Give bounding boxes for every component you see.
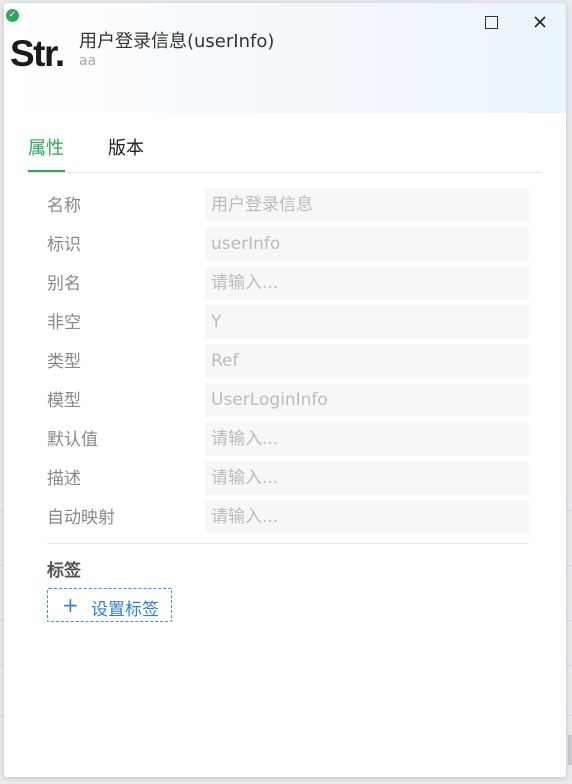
- field-label: 描述: [47, 469, 81, 489]
- set-tags-label: 设置标签: [91, 600, 159, 620]
- form-row: 自动映射 请输入...: [47, 500, 529, 539]
- form-row: 描述 请输入...: [47, 461, 529, 500]
- field-label: 别名: [47, 274, 81, 294]
- auto-mapping-field[interactable]: 请输入...: [205, 500, 529, 534]
- form-row: 别名 请输入...: [47, 266, 529, 305]
- plus-icon: +: [62, 593, 79, 617]
- name-field[interactable]: 用户登录信息: [205, 188, 529, 222]
- field-label: 模型: [47, 391, 81, 411]
- property-form: 名称 用户登录信息 标识 userInfo 别名 请输入... 非空 Y 类型 …: [47, 188, 529, 539]
- description-field[interactable]: 请输入...: [205, 461, 529, 495]
- form-row: 类型 Ref: [47, 344, 529, 383]
- logo: Str.: [10, 33, 65, 74]
- check-circle-icon: ✓: [6, 9, 19, 22]
- page-title: 用户登录信息(userInfo): [79, 31, 275, 52]
- maximize-button[interactable]: [480, 11, 502, 33]
- model-field[interactable]: UserLoginInfo: [205, 383, 529, 417]
- not-null-field[interactable]: Y: [205, 305, 529, 339]
- alias-field[interactable]: 请输入...: [205, 266, 529, 300]
- panel-header: ✓ Str. 用户登录信息(userInfo) aa: [4, 3, 566, 113]
- field-label: 默认值: [47, 430, 98, 450]
- tab-bar: 属性 版本: [28, 116, 542, 173]
- close-button[interactable]: [529, 11, 551, 33]
- background-scrollbar[interactable]: [568, 735, 572, 765]
- form-row: 标识 userInfo: [47, 227, 529, 266]
- maximize-icon: [485, 16, 498, 29]
- tab-versions[interactable]: 版本: [108, 134, 144, 170]
- field-label: 标识: [47, 235, 81, 255]
- close-icon: [534, 16, 546, 28]
- field-label: 名称: [47, 196, 81, 216]
- tags-section-title: 标签: [47, 561, 81, 581]
- form-row: 名称 用户登录信息: [47, 188, 529, 227]
- form-row: 非空 Y: [47, 305, 529, 344]
- field-label: 自动映射: [47, 508, 115, 528]
- property-panel: ✓ Str. 用户登录信息(userInfo) aa 属性 版本 名称 用户登录…: [4, 3, 566, 777]
- field-label: 非空: [47, 313, 81, 333]
- section-divider: [47, 543, 529, 544]
- form-row: 默认值 请输入...: [47, 422, 529, 461]
- identifier-field[interactable]: userInfo: [205, 227, 529, 261]
- form-row: 模型 UserLoginInfo: [47, 383, 529, 422]
- set-tags-button[interactable]: + 设置标签: [47, 588, 172, 622]
- tab-properties[interactable]: 属性: [28, 134, 65, 172]
- default-value-field[interactable]: 请输入...: [205, 422, 529, 456]
- field-label: 类型: [47, 352, 81, 372]
- type-field[interactable]: Ref: [205, 344, 529, 378]
- page-subtitle: aa: [79, 53, 97, 69]
